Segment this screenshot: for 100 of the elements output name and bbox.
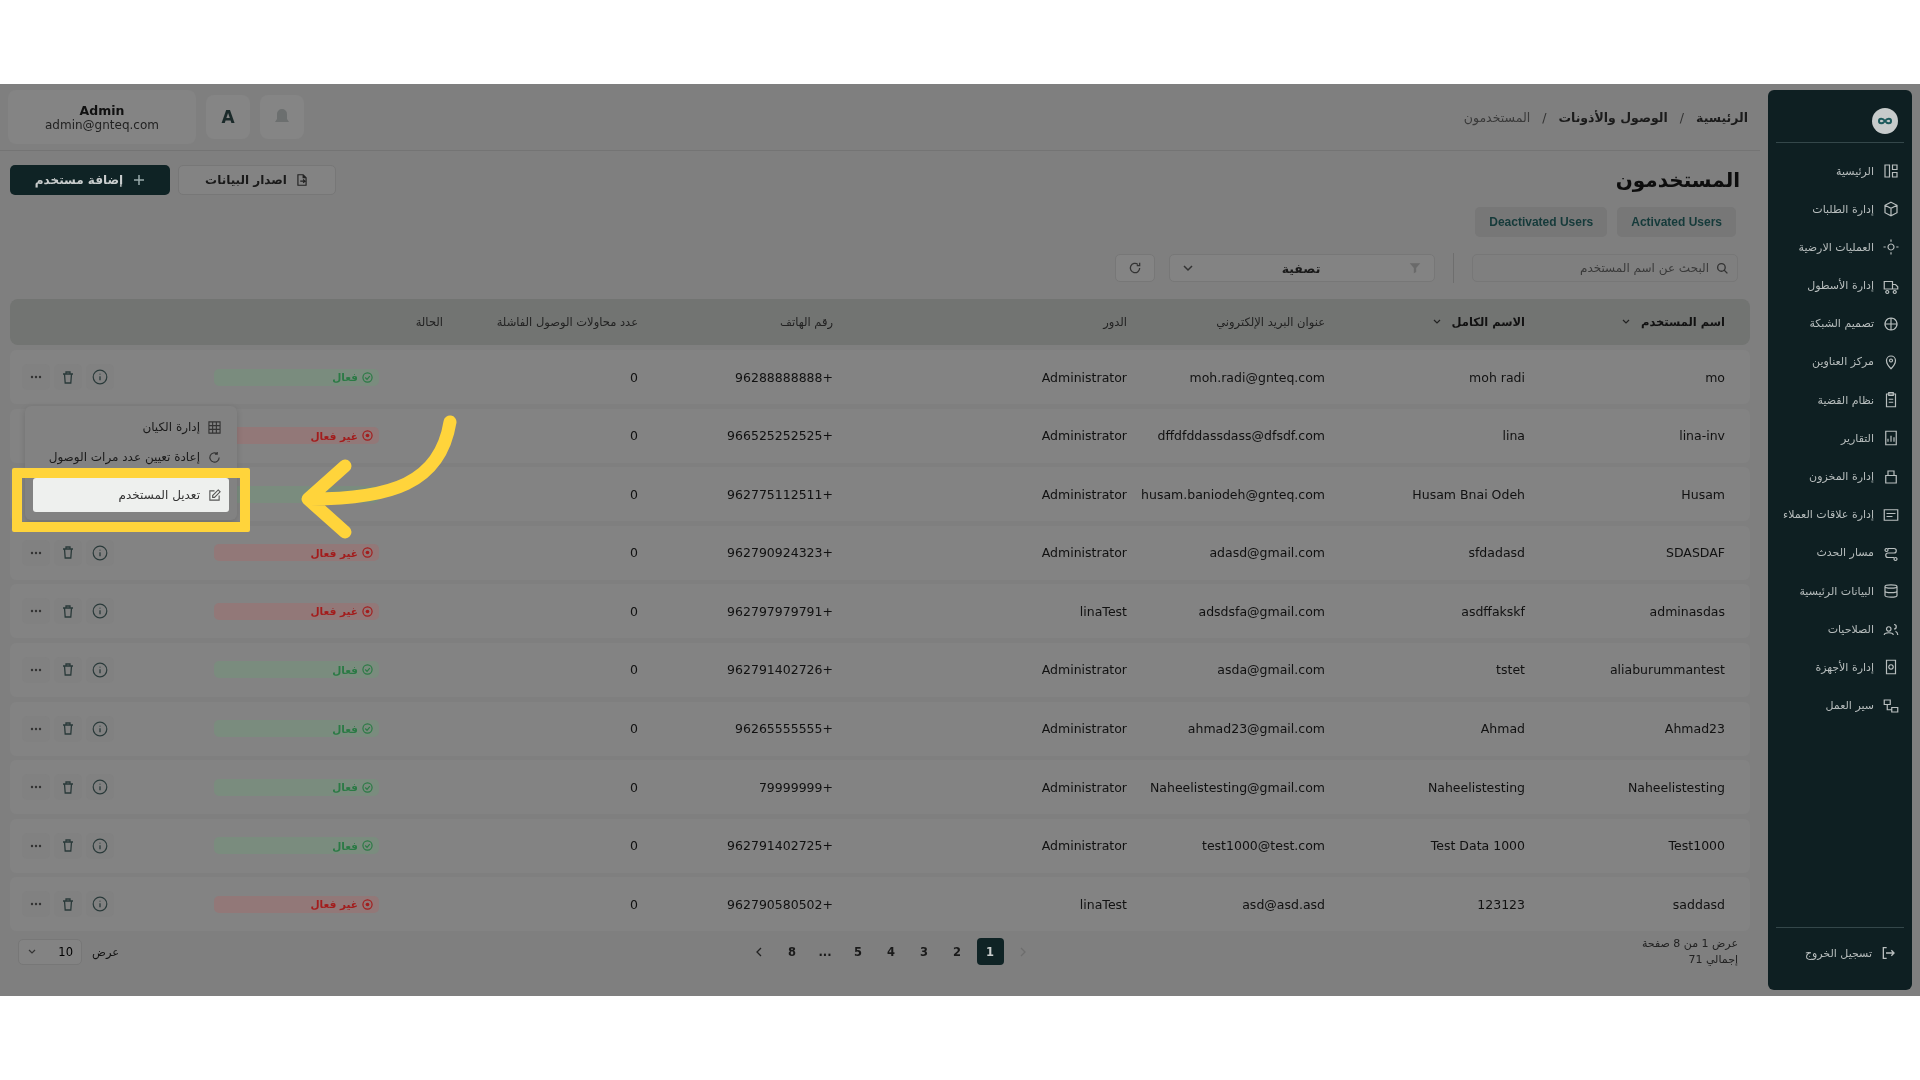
table-cell-text: 962775112511+ (726, 486, 833, 502)
table-cell-text: Administrator (1040, 662, 1127, 678)
status-badge: غير فعال (214, 602, 379, 620)
sidebar-item[interactable]: إدارة علاقات العملاء (1768, 502, 1912, 527)
info-icon (92, 602, 108, 621)
info-icon (92, 660, 108, 679)
table-cell-text: Husam (1680, 486, 1725, 502)
table-cell-text: ahmad23@gmail.com (1186, 721, 1325, 737)
more-icon (30, 609, 42, 614)
column-header[interactable]: اسم المستخدم (1525, 315, 1725, 329)
table-cell-text: 962790580502+ (726, 896, 833, 912)
filter-dropdown[interactable]: تصفية (1169, 254, 1435, 282)
table-cell-text: moh.radi@gnteq.com (1188, 369, 1325, 385)
column-header[interactable]: الاسم الكامل (1325, 315, 1525, 329)
sidebar-item[interactable]: إدارة الأسطول (1768, 273, 1912, 298)
sidebar-item[interactable]: العمليات الارضية (1768, 235, 1912, 260)
sidebar-item[interactable]: مركز العناوين (1768, 349, 1912, 374)
table-cell-text: Administrator (1040, 545, 1127, 561)
table-cell-text: 0 (629, 486, 638, 502)
breadcrumb-link[interactable]: الوصول والأذونات (1558, 109, 1668, 125)
sidebar-item[interactable]: الصلاحيات (1768, 617, 1912, 642)
check-circle-icon (362, 664, 373, 676)
page-button[interactable]: 4 (877, 938, 905, 966)
table-cell-text: lina-inv (1678, 428, 1725, 444)
sidebar-item[interactable]: البيانات الرئيسية (1768, 579, 1912, 604)
column-header: عنوان البريد الإلكتروني (1215, 315, 1325, 329)
dot-circle-icon (362, 605, 373, 617)
trash-icon (62, 780, 74, 794)
page-button[interactable]: ... (811, 938, 839, 966)
sidebar-item[interactable]: تصميم الشبكة (1768, 311, 1912, 336)
table-cell-text: 0 (629, 428, 638, 444)
table-cell-text: Ahmad23 (1663, 721, 1725, 737)
refresh-icon (1128, 261, 1142, 275)
chevron-left-icon (755, 946, 763, 957)
trash-icon (62, 546, 74, 560)
sidebar-item[interactable]: نظام القضية (1768, 388, 1912, 413)
table-cell-text: test1000@test.com (1201, 838, 1325, 854)
table-cell-text: 123123 (1476, 896, 1525, 912)
dot-circle-icon (362, 547, 373, 559)
logo-icon (1872, 108, 1898, 134)
table-cell-text: 96288888888+ (734, 369, 833, 385)
sidebar-item[interactable]: مسار الحدث (1768, 540, 1912, 565)
sidebar-item[interactable]: الرئيسية (1768, 159, 1912, 183)
sidebar-item[interactable]: التقارير (1768, 426, 1912, 451)
check-circle-icon (362, 723, 373, 735)
table-cell-text: Administrator (1040, 779, 1127, 795)
plus-icon (133, 174, 146, 186)
info-icon (92, 543, 108, 562)
sidebar-item[interactable]: سير العمل (1768, 693, 1912, 718)
column-header: الحالة (414, 315, 443, 329)
page-size-label: عرض (92, 944, 120, 959)
table-cell-text: 96265555555+ (734, 721, 833, 737)
trash-icon (62, 897, 74, 911)
add-user-button[interactable]: إضافة مستخدم (10, 165, 170, 195)
export-button[interactable]: اصدار البيانات (178, 165, 336, 195)
refresh-button[interactable] (1115, 254, 1155, 282)
chevron-down-icon (1182, 262, 1194, 274)
sidebar-item[interactable]: إدارة الطلبات (1768, 197, 1912, 222)
info-icon (92, 368, 108, 386)
breadcrumb-link[interactable]: الرئيسية (1696, 109, 1748, 125)
more-icon (30, 667, 42, 672)
table-cell-text: mo (1704, 369, 1725, 385)
dot-circle-icon (362, 898, 373, 910)
status-badge: فعال (214, 837, 379, 855)
page-button[interactable]: 1 (976, 938, 1004, 966)
trash-icon (62, 370, 74, 384)
more-icon (30, 843, 42, 848)
database-icon (1882, 582, 1900, 601)
page-button[interactable]: 3 (910, 938, 938, 966)
page-size-select[interactable]: 10 (18, 938, 82, 965)
sidebar-item[interactable]: إدارة الأجهزة (1768, 655, 1912, 680)
check-circle-icon (362, 781, 373, 793)
table-cell-text: 962790924323+ (726, 545, 833, 561)
page-button[interactable]: 8 (778, 938, 806, 966)
user-card[interactable]: Admin admin@gnteq.com (8, 90, 196, 144)
page-button[interactable]: 2 (943, 938, 971, 966)
status-badge: فعال (214, 720, 379, 738)
table-cell-text: Ahmad (1479, 721, 1525, 737)
menu-item[interactable]: إعادة تعيين عدد مرات الوصول (25, 444, 237, 470)
chart-icon (1882, 429, 1900, 448)
breadcrumb-link[interactable]: المستخدمون (1463, 109, 1531, 125)
grid-icon (208, 420, 221, 434)
table-cell-text: linaTest (1078, 603, 1127, 619)
table-cell-text: 0 (629, 721, 638, 737)
sidebar-item[interactable]: إدارة المخزون (1768, 464, 1912, 489)
breadcrumb-separator: / (1679, 109, 1685, 125)
logout-icon (1880, 945, 1896, 961)
table-cell-text: tstet (1495, 662, 1525, 678)
page-summary: عرض 1 من 8 صفحة (1640, 937, 1738, 951)
check-circle-icon (362, 371, 373, 383)
network-icon (1882, 314, 1900, 333)
status-badge: فعال (214, 661, 379, 679)
language-button[interactable]: A (206, 95, 250, 139)
logout-button[interactable]: تسجيل الخروج (1768, 938, 1912, 968)
menu-item[interactable]: تعديل المستخدم (33, 478, 229, 512)
search-field[interactable]: البحث عن اسم المستخدم (1472, 254, 1738, 282)
table-cell-text: lina (1501, 428, 1525, 444)
table-cell-text: adminasdas (1648, 603, 1725, 619)
table-cell-text: SDASDAF (1665, 545, 1725, 561)
page-button[interactable]: 5 (844, 938, 872, 966)
